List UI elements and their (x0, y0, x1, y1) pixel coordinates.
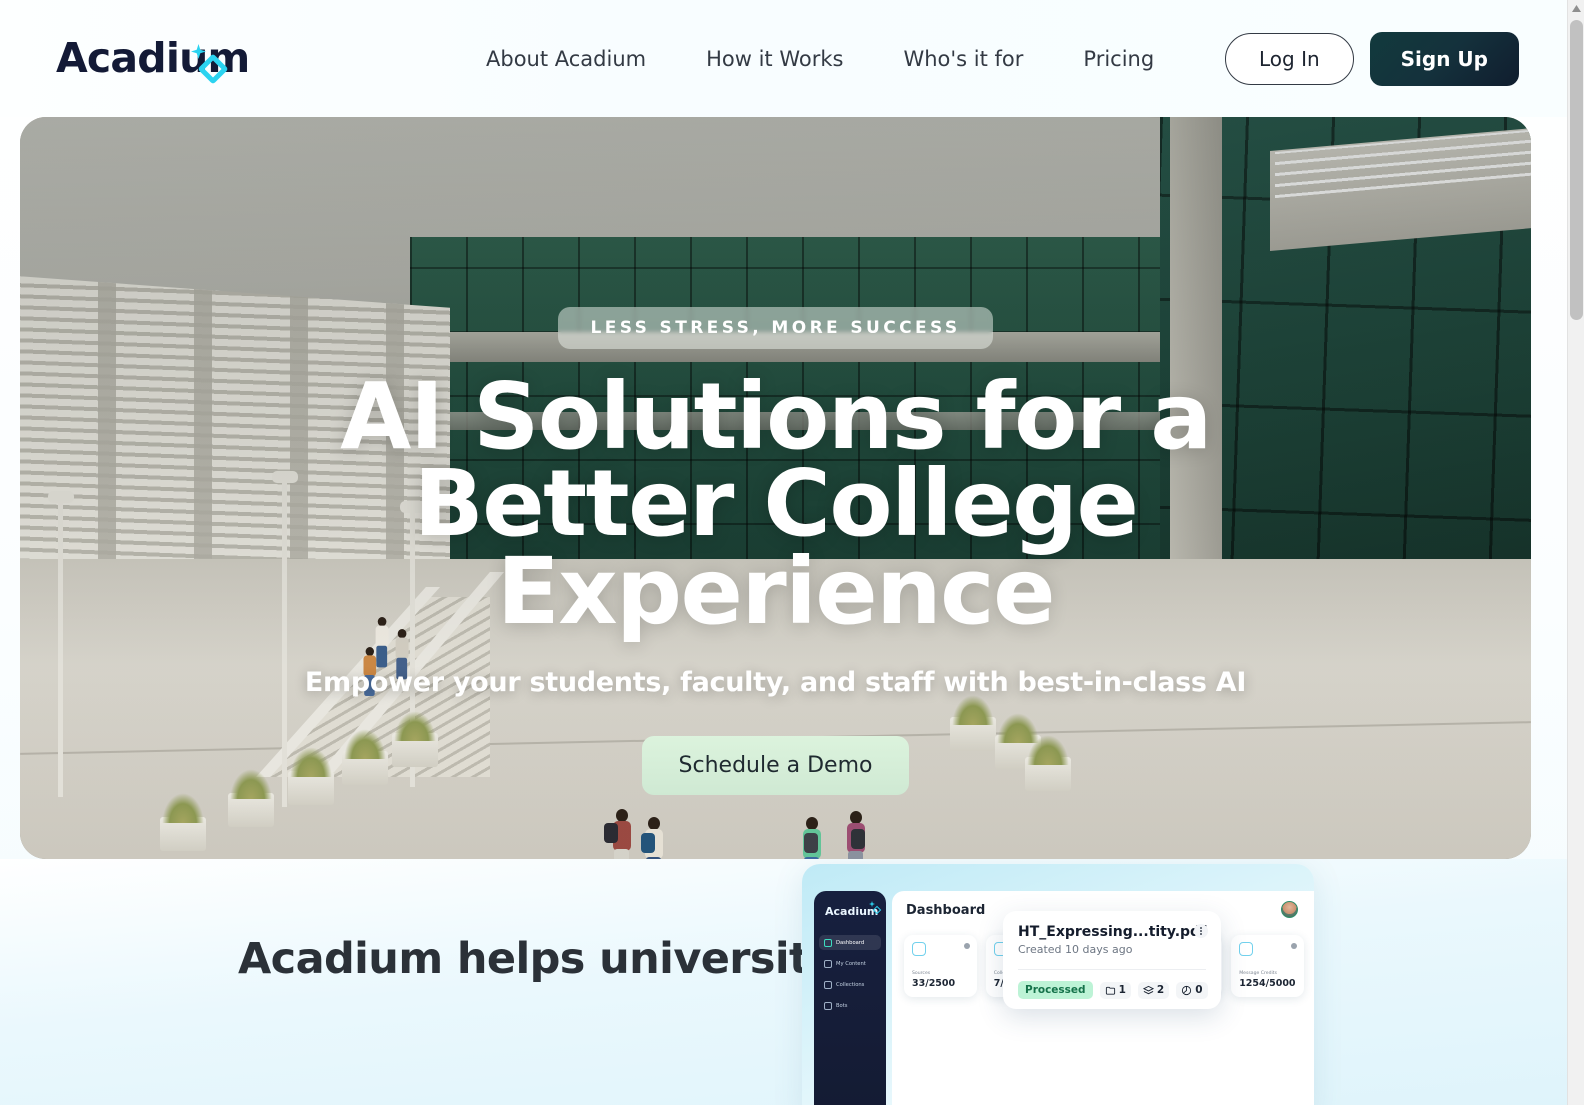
bot-icon (1182, 985, 1192, 995)
scrollbar-thumb[interactable] (1570, 20, 1583, 320)
stat-value: 1254/5000 (1239, 978, 1296, 989)
stat-label: Sources (912, 971, 931, 976)
divider (1018, 969, 1206, 970)
info-dot-icon (963, 943, 970, 949)
folder-icon (824, 980, 832, 989)
count-value: 1 (1118, 984, 1126, 996)
sidebar-item-bots[interactable]: Bots (819, 998, 881, 1013)
hero-section: LESS STRESS, MORE SUCCESS AI Solutions f… (20, 117, 1531, 859)
sidebar-item-dashboard[interactable]: Dashboard (819, 935, 881, 950)
count-value: 0 (1195, 984, 1203, 996)
nav-item-how-it-works[interactable]: How it Works (706, 47, 843, 71)
sidebar-item-my-content[interactable]: My Content (819, 956, 881, 971)
page-scrollbar[interactable] (1567, 0, 1584, 1105)
hero-eyebrow-badge: LESS STRESS, MORE SUCCESS (558, 307, 993, 349)
page-root: Acadium About Acadium How it Works Who's… (0, 0, 1567, 1105)
site-header: Acadium About Acadium How it Works Who's… (0, 0, 1567, 117)
file-card[interactable]: HT_Expressing...tity.pdf Created 10 days… (1003, 911, 1221, 1009)
content-icon (824, 959, 832, 968)
avatar[interactable] (1281, 901, 1298, 918)
info-dot-icon (1290, 943, 1297, 949)
mockup-sidebar: Acadium Dashboard My Content Collections (814, 891, 886, 1105)
stat-card-sources[interactable]: Sources 33/2500 (904, 935, 977, 997)
nav-item-pricing[interactable]: Pricing (1083, 47, 1154, 71)
folder-icon (1105, 986, 1115, 995)
count-value: 2 (1156, 984, 1165, 996)
mockup-page-title: Dashboard (906, 903, 986, 918)
brand-logo[interactable]: Acadium (56, 38, 256, 85)
nav-item-about-acadium[interactable]: About Acadium (486, 47, 646, 71)
layers-icon (1142, 985, 1154, 994)
layers-count: 2 (1137, 981, 1170, 999)
more-options-icon[interactable] (1194, 924, 1208, 938)
stat-value: 33/2500 (912, 978, 956, 989)
schedule-demo-button[interactable]: Schedule a Demo (641, 736, 910, 796)
nav-item-whos-it-for[interactable]: Who's it for (903, 47, 1023, 71)
sidebar-item-label: My Content (836, 960, 866, 967)
hero-title: AI Solutions for a Better College Experi… (340, 363, 1212, 645)
hero-subtitle: Empower your students, faculty, and staf… (304, 667, 1247, 699)
bot-icon (824, 1001, 832, 1010)
sidebar-item-label: Dashboard (836, 939, 865, 946)
sidebar-item-collections[interactable]: Collections (819, 977, 881, 992)
stat-label: Message Credits (1239, 971, 1277, 976)
status-badge: Processed (1018, 981, 1093, 999)
scroll-up-arrow-icon[interactable] (1568, 0, 1584, 17)
stat-card-message-credits[interactable]: Message Credits 1254/5000 (1231, 935, 1304, 997)
file-created-label: Created 10 days ago (1018, 943, 1133, 956)
value-proposition-section: Acadium helps universities and Acadium D… (0, 859, 1567, 1105)
sources-icon (912, 942, 926, 956)
sidebar-item-label: Collections (836, 981, 865, 988)
sidebar-item-label: Bots (836, 1002, 848, 1009)
folder-count: 1 (1099, 981, 1131, 999)
log-in-button[interactable]: Log In (1225, 32, 1354, 85)
home-icon (824, 938, 832, 947)
header-actions: Log In Sign Up (1225, 31, 1519, 86)
sign-up-button[interactable]: Sign Up (1369, 31, 1519, 86)
main-navigation: About Acadium How it Works Who's it for … (486, 47, 1154, 71)
file-name: HT_Expressing...tity.pdf (1018, 924, 1207, 940)
bot-count: 0 (1176, 981, 1208, 999)
hero-content: LESS STRESS, MORE SUCCESS AI Solutions f… (20, 307, 1531, 796)
credits-icon (1239, 942, 1254, 956)
file-meta-row: Processed 1 2 0 (1018, 981, 1208, 999)
mockup-brand-logo: Acadium (825, 905, 879, 918)
